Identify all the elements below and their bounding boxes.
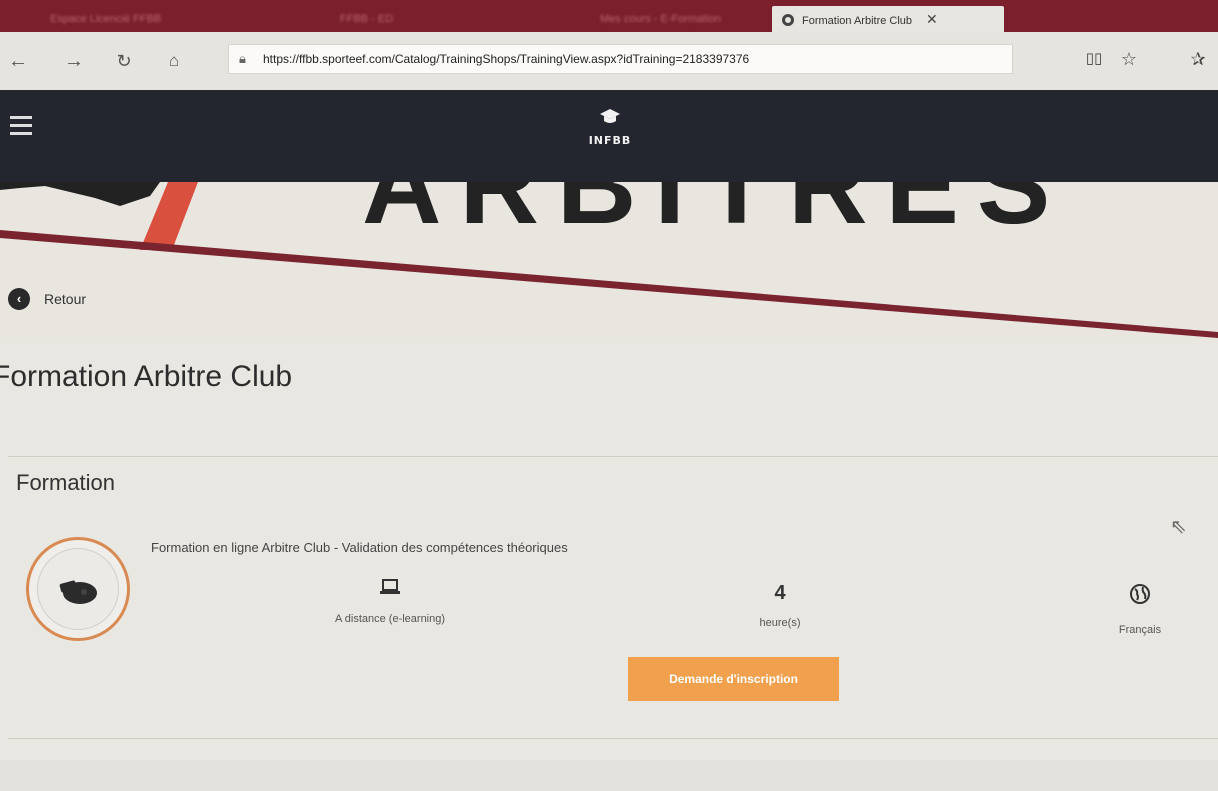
- course-thumbnail: [26, 537, 130, 641]
- back-label: Retour: [44, 291, 87, 307]
- browser-tab[interactable]: FFBB - ED: [330, 6, 450, 32]
- browser-tab[interactable]: Espace Licencié FFBB: [40, 6, 310, 32]
- star-icon[interactable]: ☆: [1117, 49, 1141, 70]
- laptop-icon: [370, 578, 410, 602]
- refresh-icon[interactable]: ↻: [112, 49, 136, 73]
- url-text: https://ffbb.sporteef.com/Catalog/Traini…: [263, 52, 750, 66]
- graduation-cap-icon: [570, 108, 650, 130]
- section-title: Formation: [16, 470, 116, 495]
- back-arrow-icon[interactable]: ←: [6, 49, 30, 73]
- tab-close-icon[interactable]: ✕: [926, 11, 938, 27]
- section-divider: [8, 456, 1218, 457]
- logo-text: INFBB: [588, 134, 632, 147]
- back-link[interactable]: ‹ Retour: [8, 287, 86, 311]
- section-divider-bottom: [8, 738, 1218, 739]
- home-icon[interactable]: ⌂: [162, 49, 186, 73]
- lock-icon: 🔒︎: [239, 51, 246, 66]
- banner-title: ARBITRES: [362, 182, 1069, 247]
- hero-banner: ARBITRES: [0, 182, 1218, 342]
- forward-arrow-icon[interactable]: →: [62, 49, 86, 73]
- address-bar[interactable]: 🔒︎ https://ffbb.sporteef.com/Catalog/Tra…: [228, 44, 1013, 74]
- site-header: INFBB: [0, 90, 1218, 182]
- browser-tab-strip: Espace Licencié FFBB FFBB - ED Mes cours…: [0, 0, 1218, 32]
- browser-tab-active[interactable]: Formation Arbitre Club ✕: [772, 6, 1004, 32]
- browser-tab[interactable]: Mes cours - E-Formation: [590, 6, 760, 32]
- language-label: Français: [1118, 624, 1162, 636]
- tab-favicon-icon: [782, 14, 794, 26]
- registration-request-button[interactable]: Demande d'inscription: [628, 657, 839, 701]
- course-name[interactable]: Formation en ligne Arbitre Club - Valida…: [151, 540, 568, 555]
- browser-toolbar: ← → ↻ ⌂ 🔒︎ https://ffbb.sporteef.com/Cat…: [0, 32, 1218, 90]
- duration-value: 4: [774, 582, 786, 604]
- mouse-cursor-icon: ⇖: [1170, 516, 1187, 538]
- favorites-hub-icon[interactable]: ✰: [1186, 49, 1210, 70]
- globe-icon: [1120, 583, 1160, 611]
- delivery-mode-label: A distance (e-learning): [334, 613, 446, 625]
- site-logo[interactable]: INFBB: [570, 108, 650, 147]
- reading-view-icon[interactable]: ▯▯: [1082, 49, 1106, 67]
- hamburger-icon[interactable]: [10, 116, 32, 135]
- browser-tab-label: Formation Arbitre Club: [802, 15, 913, 27]
- duration-unit-label: heure(s): [759, 617, 801, 629]
- chevron-left-icon: ‹: [8, 288, 30, 310]
- page-title: Formation Arbitre Club: [0, 360, 293, 393]
- whistle-icon: [37, 548, 119, 630]
- page-footer-area: [0, 760, 1218, 791]
